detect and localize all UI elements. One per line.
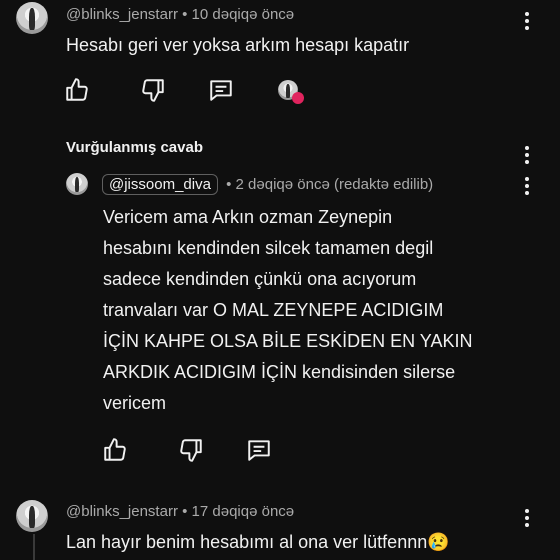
thumbs-down-icon[interactable] — [140, 77, 166, 103]
reply-text-line: tranvaları var O MAL ZEYNEPE ACIDIGIM — [103, 300, 444, 320]
commenter-avatar[interactable] — [16, 2, 48, 34]
reply-time: 2 dəqiqə öncə (redaktə edilib) — [235, 176, 434, 193]
comment-meta: @blinks_jenstarr • 17 dəqiqə öncə — [66, 503, 294, 520]
reply-text-line: sadece kendinden çünkü ona acıyorum — [103, 269, 417, 289]
thread-line — [33, 534, 35, 560]
more-vert-icon[interactable] — [524, 12, 530, 32]
reply-text-line: vericem — [103, 393, 167, 413]
more-vert-icon[interactable] — [524, 146, 530, 166]
meta-separator: • — [182, 6, 188, 23]
reply-text-line: Vericem ama Arkın ozman Zeynepin — [103, 207, 393, 227]
comment-text: Hesabı geri ver yoksa arkım hesapı kapat… — [66, 35, 410, 55]
meta-separator: • — [182, 503, 188, 520]
thumbs-up-icon[interactable] — [102, 437, 128, 463]
comment-meta: @blinks_jenstarr • 10 dəqiqə öncə — [66, 6, 294, 23]
reply-text-line: ARKDIK ACIDIGIM İÇİN kendisinden silerse — [103, 362, 456, 382]
reply-comment-icon[interactable] — [208, 77, 234, 103]
comment-time: 10 dəqiqə öncə — [191, 6, 295, 23]
reply-meta: @jissoom_diva • 2 dəqiqə öncə (redaktə e… — [102, 174, 433, 195]
comment-author[interactable]: @blinks_jenstarr — [66, 6, 178, 23]
comment-time: 17 dəqiqə öncə — [191, 503, 295, 520]
reply-text-line: hesabını kendinden silcek tamamen degil — [103, 238, 434, 258]
reply-text: Vericem ama Arkın ozman Zeynepin hesabın… — [103, 202, 533, 419]
meta-separator: • — [226, 176, 232, 193]
reply-text-line: İÇİN KAHPE OLSA BİLE ESKİDEN EN YAKIN — [103, 331, 473, 351]
highlighted-reply-label: Vurğulanmış cavab — [66, 139, 203, 156]
reply-comment-icon[interactable] — [246, 437, 272, 463]
comment-author[interactable]: @blinks_jenstarr — [66, 503, 178, 520]
commenter-avatar[interactable] — [16, 500, 48, 532]
more-vert-icon[interactable] — [524, 509, 530, 529]
mention-chip[interactable]: @jissoom_diva — [102, 174, 218, 195]
creator-heart-icon — [292, 92, 304, 104]
thumbs-down-icon[interactable] — [178, 437, 204, 463]
commenter-avatar[interactable] — [66, 173, 88, 195]
more-vert-icon[interactable] — [524, 177, 530, 197]
thumbs-up-icon[interactable] — [64, 77, 90, 103]
comment-text: Lan hayır benim hesabımı al ona ver lütf… — [66, 532, 450, 552]
